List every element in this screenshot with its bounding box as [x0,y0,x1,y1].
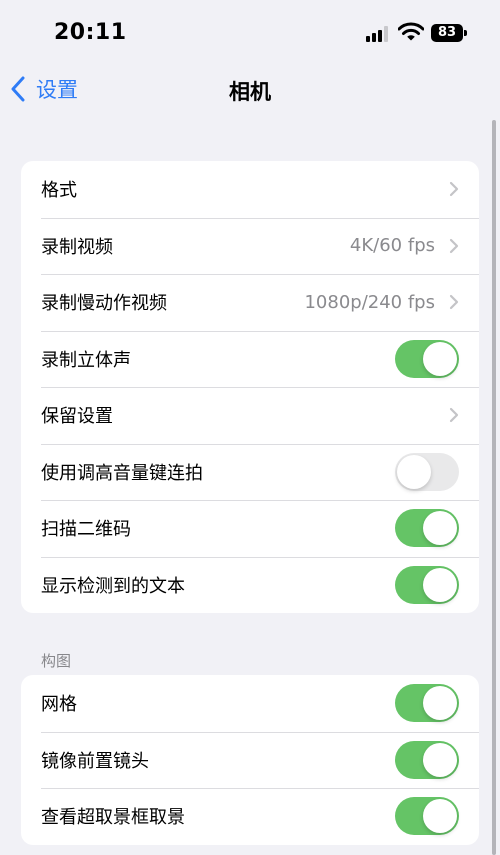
volume-burst-toggle[interactable] [395,452,459,491]
status-time: 20:11 [54,20,127,45]
setting-row-mirror-front: 镜像前置镜头 [21,731,479,789]
setting-row-record-video[interactable]: 录制视频 4K/60 fps [21,217,479,275]
setting-label: 网格 [41,694,77,716]
chevron-right-icon [449,182,459,197]
setting-label: 录制视频 [41,236,113,258]
toggle-knob [423,742,457,777]
settings-group-composition: 网格 镜像前置镜头 查看超取景框取景 [21,675,479,845]
setting-row-stereo: 录制立体声 [21,330,479,388]
setting-row-qr: 扫描二维码 [21,500,479,557]
cellular-signal-icon [366,26,390,42]
setting-label: 使用调高音量键连拍 [41,462,203,484]
battery-icon: 83 [431,24,463,42]
navigation-bar: 设置 相机 [0,66,500,112]
setting-row-view-outside-frame: 查看超取景框取景 [21,788,479,845]
setting-label: 保留设置 [41,406,113,428]
setting-label: 扫描二维码 [41,519,131,541]
setting-label: 镜像前置镜头 [41,750,149,772]
chevron-right-icon [449,295,459,310]
toggle-knob [397,454,431,489]
toggle-knob [423,341,457,376]
page-title: 相机 [229,80,271,104]
status-bar: 20:11 83 [0,0,500,66]
settings-group-main: 格式 录制视频 4K/60 fps 录制慢动作视频 1080p/240 fps … [21,161,479,613]
setting-label: 录制立体声 [41,349,131,371]
stereo-toggle[interactable] [395,339,459,378]
chevron-right-icon [449,238,459,253]
setting-row-preserve[interactable]: 保留设置 [21,387,479,444]
detected-text-toggle[interactable] [395,565,459,604]
toggle-knob [423,686,457,721]
mirror-front-toggle[interactable] [395,740,459,779]
setting-label: 查看超取景框取景 [41,807,185,829]
setting-row-detected-text: 显示检测到的文本 [21,556,479,614]
setting-label: 格式 [41,180,77,202]
setting-label: 显示检测到的文本 [41,575,185,597]
wifi-icon [398,22,424,41]
toggle-knob [423,567,457,602]
setting-value: 4K/60 fps [349,235,435,257]
chevron-right-icon [449,408,459,423]
grid-toggle[interactable] [395,684,459,723]
scroll-indicator[interactable] [492,120,496,855]
section-header-composition: 构图 [41,652,72,670]
setting-row-grid: 网格 [21,675,479,732]
setting-row-record-slomo[interactable]: 录制慢动作视频 1080p/240 fps [21,274,479,331]
qr-toggle[interactable] [395,509,459,548]
battery-tip [464,30,467,36]
setting-value: 1080p/240 fps [304,291,435,313]
view-outside-frame-toggle[interactable] [395,797,459,836]
setting-label: 录制慢动作视频 [41,293,167,315]
toggle-knob [423,799,457,834]
setting-row-format[interactable]: 格式 [21,161,479,218]
setting-row-volume-burst: 使用调高音量键连拍 [21,443,479,501]
toggle-knob [423,511,457,546]
